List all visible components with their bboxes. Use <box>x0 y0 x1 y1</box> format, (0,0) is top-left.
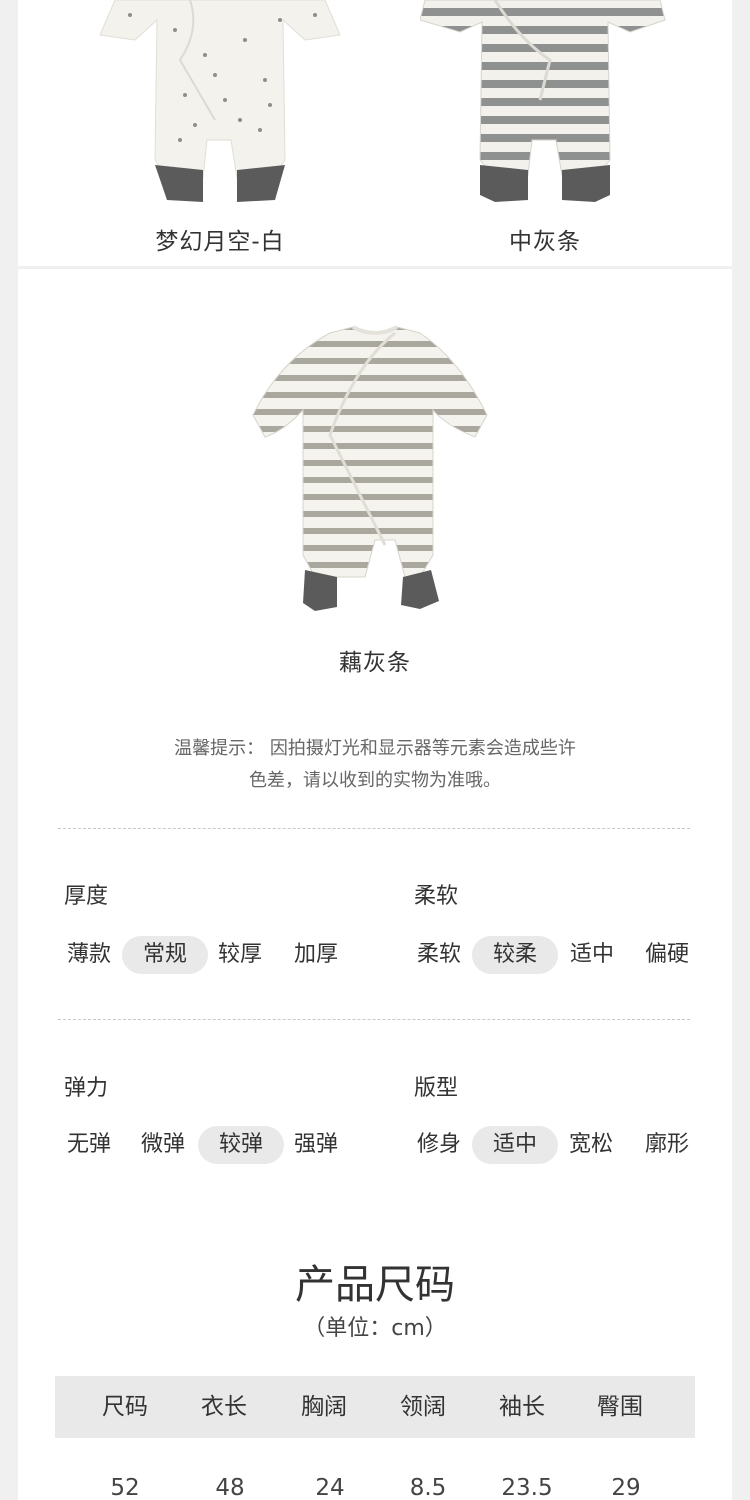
size-table-header: 尺码 衣长 胸阔 领阔 袖长 臀围 <box>55 1376 695 1438</box>
attr-option: 适中 <box>569 942 614 967</box>
size-table-header-cell: 臀围 <box>597 1394 643 1420</box>
attr-option: 修身 <box>416 1132 461 1157</box>
attr-option-selected: 常规 <box>122 936 208 974</box>
size-table-header-cell: 袖长 <box>499 1394 545 1420</box>
product-item-taupe-stripe[interactable]: 藕灰条 <box>245 315 505 685</box>
attr-option: 柔软 <box>416 942 461 967</box>
divider <box>58 1019 690 1020</box>
attr-option: 无弹 <box>66 1132 111 1157</box>
product-caption: 梦幻月空-白 <box>155 229 285 255</box>
size-table-header-cell: 尺码 <box>102 1394 148 1420</box>
size-chart-unit: （单位：cm） <box>303 1316 447 1341</box>
attr-title-fit: 版型 <box>414 1076 459 1101</box>
product-item-moon[interactable]: 梦幻月空-白 <box>95 0 345 260</box>
attr-title-elasticity: 弹力 <box>64 1076 109 1101</box>
romper-mid-gray-stripe-image <box>420 0 666 202</box>
size-table-header-cell: 领阔 <box>400 1394 446 1420</box>
product-caption: 中灰条 <box>509 229 581 255</box>
size-table-cell: 52 <box>110 1475 140 1500</box>
size-table-cell: 48 <box>215 1475 245 1500</box>
attr-option: 较厚 <box>217 942 262 967</box>
size-table-cell: 29 <box>611 1475 641 1500</box>
attr-option: 强弹 <box>293 1132 338 1157</box>
romper-moon-image <box>99 0 341 202</box>
attr-option: 薄款 <box>66 942 111 967</box>
attr-option: 偏硬 <box>644 942 689 967</box>
attr-option-selected: 较弹 <box>198 1126 284 1164</box>
size-table-cell: 23.5 <box>501 1475 553 1500</box>
size-table-cell: 8.5 <box>409 1475 447 1500</box>
attr-title-thickness: 厚度 <box>64 884 109 909</box>
product-detail-page: 梦幻月空-白 中灰条 藕灰条 温馨提示： 因拍摄灯光和显示器等元素会造成些许 色… <box>0 0 750 1500</box>
product-item-mid-gray-stripe[interactable]: 中灰条 <box>420 0 670 260</box>
color-tip-line-2: 色差，请以收到的实物为准哦。 <box>249 770 501 791</box>
size-table-cell: 24 <box>315 1475 345 1500</box>
size-chart-title: 产品尺码 <box>295 1262 455 1308</box>
attr-option: 加厚 <box>293 942 338 967</box>
product-caption: 藕灰条 <box>339 650 411 676</box>
romper-taupe-stripe-image <box>252 325 488 611</box>
divider <box>58 828 690 829</box>
size-table-header-cell: 衣长 <box>201 1394 247 1420</box>
size-table-header-cell: 胸阔 <box>301 1394 347 1420</box>
attr-title-softness: 柔软 <box>414 884 459 909</box>
attr-option-selected: 适中 <box>472 1126 558 1164</box>
color-tip-line-1: 温馨提示： 因拍摄灯光和显示器等元素会造成些许 <box>174 738 576 759</box>
attr-option: 微弹 <box>140 1132 185 1157</box>
attr-option-selected: 较柔 <box>472 936 558 974</box>
attr-option: 廓形 <box>644 1132 689 1157</box>
attr-option: 宽松 <box>568 1132 613 1157</box>
